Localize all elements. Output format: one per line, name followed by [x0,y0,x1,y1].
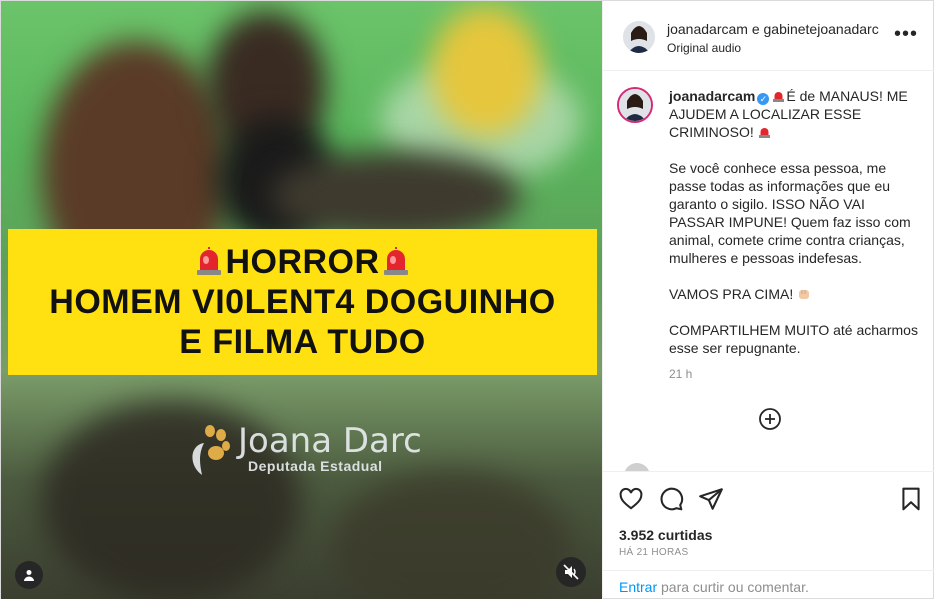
post-header: joanadarcam e gabinetejoanadarc Original… [603,1,934,71]
audio-label[interactable]: Original audio [667,41,741,55]
video-headline-banner: HORROR HOMEM VI0LENT4 DOGUINHO E FILMA T… [8,229,597,375]
banner-line-1: HORROR [225,243,380,281]
load-more-comments-icon[interactable] [758,407,782,431]
verified-badge-icon: ✓ [757,93,770,105]
avatar[interactable] [623,21,655,53]
mute-toggle-button[interactable] [556,557,586,587]
police-siren-icon [758,128,770,138]
post-side-panel: joanadarcam e gabinetejoanadarc Original… [602,1,934,599]
caption-username[interactable]: joanadarcam [669,88,755,104]
share-send-icon[interactable] [698,486,724,512]
watermark: Joana Darc Deputada Estadual [184,421,422,477]
comment-icon[interactable] [658,486,684,512]
user-tag-icon [24,570,34,581]
caption-paragraph-2: Se você conhece essa pessoa, me passe to… [669,160,911,266]
video-blur-region [331,471,571,599]
caption: joanadarcam ✓ É de MANAUS! ME AJUDEM A LOC… [617,87,922,381]
audio-muted-icon [563,564,579,580]
save-bookmark-icon[interactable] [898,486,924,512]
add-comment-bar: Entrar para curtir ou comentar. [603,570,934,599]
post-author-names[interactable]: joanadarcam e gabinetejoanadarc [667,21,879,37]
login-link[interactable]: Entrar [619,579,657,595]
police-siren-icon [773,92,785,102]
post-age[interactable]: HÁ 21 HORAS [619,547,688,558]
video-blur-region [431,6,541,136]
watermark-name: Joana Darc [238,421,422,461]
paw-logo-icon [192,425,230,475]
banner-line-2: HOMEM VI0LENT4 DOGUINHO [49,283,556,321]
post-actions: 3.952 curtidas HÁ 21 HORAS Entrar para c… [603,471,934,599]
add-comment-text: para curtir ou comentar. [661,579,809,595]
fist-emoji-icon [799,290,810,299]
likes-count[interactable]: 3.952 curtidas [619,527,712,543]
like-heart-icon[interactable] [618,486,644,512]
police-siren-icon [197,247,222,275]
caption-paragraph-4: COMPARTILHEM MUITO até acharmos esse ser… [669,322,918,356]
user-tag-button[interactable] [15,561,43,589]
video-blur-region [271,151,521,241]
caption-timestamp[interactable]: 21 h [669,367,922,381]
avatar-image [623,21,655,53]
post-video[interactable]: HORROR HOMEM VI0LENT4 DOGUINHO E FILMA T… [1,1,602,599]
police-siren-icon [383,247,408,275]
caption-paragraph-3: VAMOS PRA CIMA! [669,286,794,302]
banner-line-3: E FILMA TUDO [179,323,426,361]
more-options-icon[interactable]: ••• [894,24,918,44]
avatar-image [619,89,651,121]
instagram-post-view: HORROR HOMEM VI0LENT4 DOGUINHO E FILMA T… [0,0,934,599]
avatar[interactable] [617,87,653,123]
